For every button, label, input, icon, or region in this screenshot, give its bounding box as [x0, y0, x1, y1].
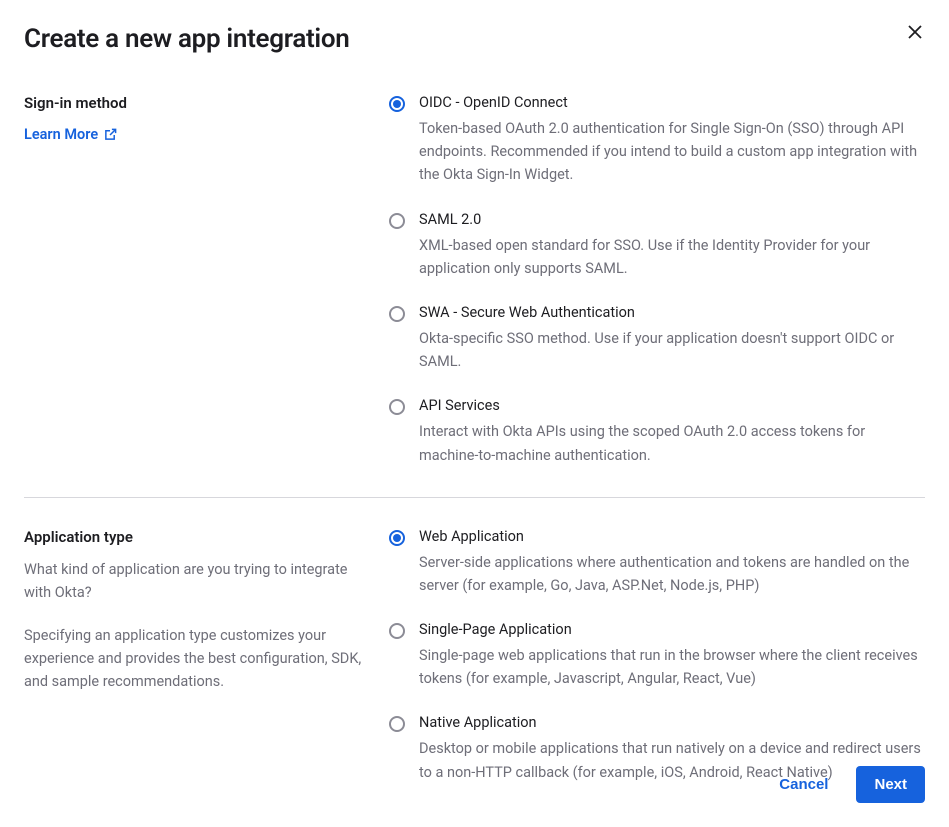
radio-option-spa[interactable]: Single-Page Application Single-page web … — [389, 621, 925, 690]
radio-icon — [389, 306, 405, 322]
radio-description: Okta-specific SSO method. Use if your ap… — [419, 327, 925, 373]
radio-content: SWA - Secure Web Authentication Okta-spe… — [419, 304, 925, 373]
close-button[interactable] — [905, 22, 925, 42]
radio-option-oidc[interactable]: OIDC - OpenID Connect Token-based OAuth … — [389, 94, 925, 187]
radio-icon — [389, 530, 405, 546]
radio-option-api-services[interactable]: API Services Interact with Okta APIs usi… — [389, 397, 925, 466]
radio-label: Native Application — [419, 714, 925, 731]
radio-label: Single-Page Application — [419, 621, 925, 638]
learn-more-label: Learn More — [24, 126, 98, 143]
radio-icon — [389, 213, 405, 229]
radio-description: Server-side applications where authentic… — [419, 551, 925, 597]
radio-option-web-application[interactable]: Web Application Server-side applications… — [389, 528, 925, 597]
radio-icon — [389, 399, 405, 415]
learn-more-link[interactable]: Learn More — [24, 126, 117, 143]
close-icon — [908, 25, 922, 39]
radio-description: Single-page web applications that run in… — [419, 644, 925, 690]
section-left: Application type What kind of applicatio… — [24, 528, 389, 784]
radio-description: Token-based OAuth 2.0 authentication for… — [419, 117, 925, 187]
next-button[interactable]: Next — [856, 766, 925, 803]
application-type-subtext-1: What kind of application are you trying … — [24, 558, 365, 604]
radio-content: API Services Interact with Okta APIs usi… — [419, 397, 925, 466]
app-type-options: Web Application Server-side applications… — [389, 528, 925, 784]
radio-icon — [389, 623, 405, 639]
sign-in-method-heading: Sign-in method — [24, 94, 365, 112]
radio-content: Single-Page Application Single-page web … — [419, 621, 925, 690]
external-link-icon — [104, 128, 117, 141]
radio-label: Web Application — [419, 528, 925, 545]
radio-label: SAML 2.0 — [419, 211, 925, 228]
radio-label: SWA - Secure Web Authentication — [419, 304, 925, 321]
radio-label: OIDC - OpenID Connect — [419, 94, 925, 111]
radio-icon — [389, 96, 405, 112]
radio-description: Interact with Okta APIs using the scoped… — [419, 420, 925, 466]
radio-content: OIDC - OpenID Connect Token-based OAuth … — [419, 94, 925, 187]
radio-description: XML-based open standard for SSO. Use if … — [419, 234, 925, 280]
radio-label: API Services — [419, 397, 925, 414]
radio-content: SAML 2.0 XML-based open standard for SSO… — [419, 211, 925, 280]
radio-option-swa[interactable]: SWA - Secure Web Authentication Okta-spe… — [389, 304, 925, 373]
radio-content: Web Application Server-side applications… — [419, 528, 925, 597]
application-type-subtext-2: Specifying an application type customize… — [24, 624, 365, 694]
modal-footer: Cancel Next — [767, 766, 925, 803]
modal-title: Create a new app integration — [24, 24, 925, 54]
radio-option-saml[interactable]: SAML 2.0 XML-based open standard for SSO… — [389, 211, 925, 280]
radio-icon — [389, 716, 405, 732]
section-sign-in-method: Sign-in method Learn More OIDC - OpenID … — [24, 94, 925, 498]
section-left: Sign-in method Learn More — [24, 94, 389, 467]
application-type-heading: Application type — [24, 528, 365, 546]
sign-in-options: OIDC - OpenID Connect Token-based OAuth … — [389, 94, 925, 467]
cancel-button[interactable]: Cancel — [767, 766, 840, 803]
